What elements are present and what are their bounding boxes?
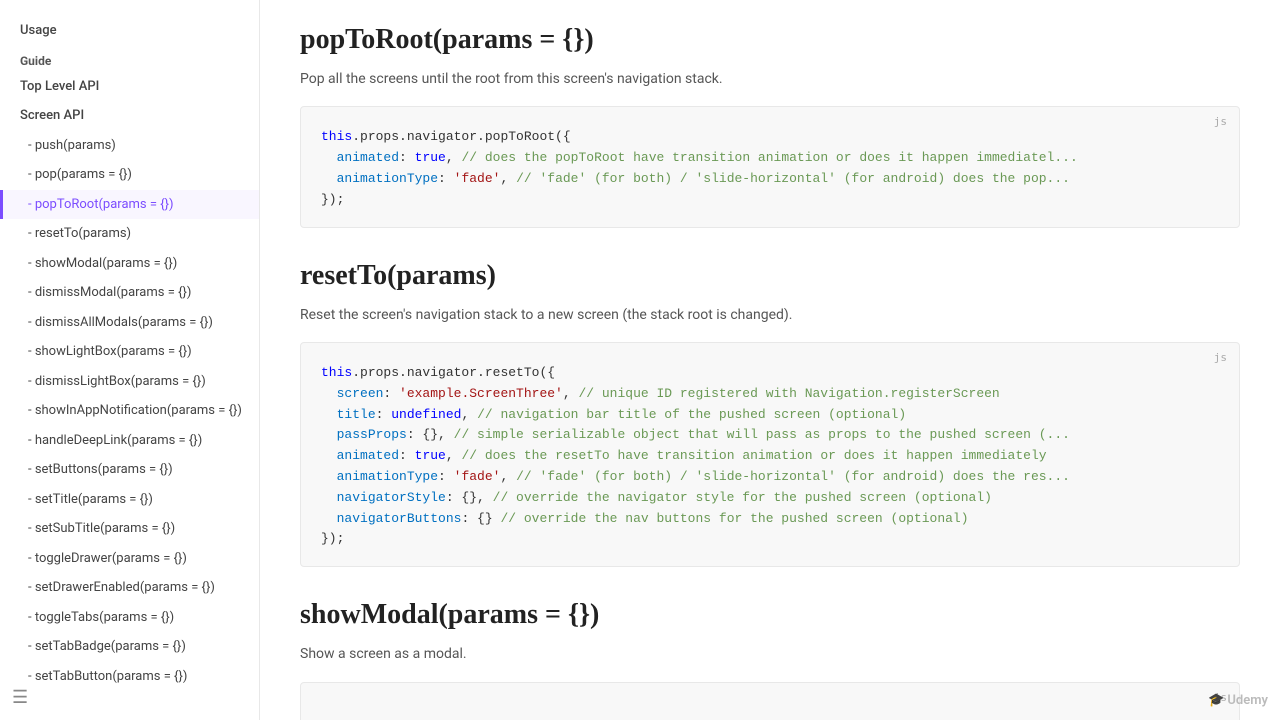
- sidebar-item-settitle[interactable]: - setTitle(params = {}): [0, 485, 259, 515]
- sidebar-item-resetto[interactable]: - resetTo(params): [0, 219, 259, 249]
- sidebar-item-setbuttons[interactable]: - setButtons(params = {}): [0, 455, 259, 485]
- sidebar-item-toggledrawer[interactable]: - toggleDrawer(params = {}): [0, 544, 259, 574]
- js-badge-poptoroot: js: [1214, 115, 1227, 128]
- code-block-poptoroot: js this.props.navigator.popToRoot({ anim…: [300, 106, 1240, 227]
- menu-icon[interactable]: ☰: [12, 687, 28, 708]
- code-pre-poptoroot: this.props.navigator.popToRoot({ animate…: [321, 127, 1219, 210]
- sidebar-guide-label: Guide: [0, 46, 259, 72]
- sidebar-item-poptoroot[interactable]: - popToRoot(params = {}): [0, 190, 259, 220]
- udemy-logo-icon: 🎓: [1208, 693, 1224, 708]
- code-block-showmodal: js: [300, 682, 1240, 720]
- sidebar-item-settabbutton[interactable]: - setTabButton(params = {}): [0, 662, 259, 692]
- sidebar-item-handledeeplink[interactable]: - handleDeepLink(params = {}): [0, 426, 259, 456]
- sidebar-item-showinappnotification[interactable]: - showInAppNotification(params = {}): [0, 396, 259, 426]
- udemy-logo: 🎓 Udemy: [1208, 693, 1268, 708]
- sidebar-item-showlightbox[interactable]: - showLightBox(params = {}): [0, 337, 259, 367]
- code-pre-resetto: this.props.navigator.resetTo({ screen: '…: [321, 363, 1219, 550]
- section-desc-resetto: Reset the screen's navigation stack to a…: [300, 304, 1240, 326]
- sidebar-item-usage[interactable]: Usage: [0, 16, 259, 46]
- sidebar-item-settabbadge[interactable]: - setTabBadge(params = {}): [0, 632, 259, 662]
- section-title-poptoroot: popToRoot(params = {}): [300, 24, 1240, 56]
- sidebar-item-dismissallmodals[interactable]: - dismissAllModals(params = {}): [0, 308, 259, 338]
- sidebar-item-dismisslightbox[interactable]: - dismissLightBox(params = {}): [0, 367, 259, 397]
- section-desc-showmodal: Show a screen as a modal.: [300, 643, 1240, 665]
- sidebar-item-toggletabs[interactable]: - toggleTabs(params = {}): [0, 603, 259, 633]
- sidebar-item-push[interactable]: - push(params): [0, 131, 259, 161]
- code-block-resetto: js this.props.navigator.resetTo({ screen…: [300, 342, 1240, 567]
- sidebar-item-pop[interactable]: - pop(params = {}): [0, 160, 259, 190]
- sidebar-item-dismissmodal[interactable]: - dismissModal(params = {}): [0, 278, 259, 308]
- sidebar-item-screen-api[interactable]: Screen API: [0, 101, 259, 131]
- section-desc-poptoroot: Pop all the screens until the root from …: [300, 68, 1240, 90]
- section-title-showmodal: showModal(params = {}): [300, 599, 1240, 631]
- sidebar-item-showmodal[interactable]: - showModal(params = {}): [0, 249, 259, 279]
- sidebar-item-setsubtitle[interactable]: - setSubTitle(params = {}): [0, 514, 259, 544]
- sidebar-item-top-level-api[interactable]: Top Level API: [0, 72, 259, 102]
- code-pre-showmodal: [321, 703, 1219, 720]
- section-title-resetto: resetTo(params): [300, 260, 1240, 292]
- udemy-logo-text: Udemy: [1227, 693, 1268, 708]
- js-badge-resetto: js: [1214, 351, 1227, 364]
- sidebar-item-setdrawerenabled[interactable]: - setDrawerEnabled(params = {}): [0, 573, 259, 603]
- main-content: popToRoot(params = {}) Pop all the scree…: [260, 0, 1280, 720]
- sidebar: Usage Guide Top Level API Screen API - p…: [0, 0, 260, 720]
